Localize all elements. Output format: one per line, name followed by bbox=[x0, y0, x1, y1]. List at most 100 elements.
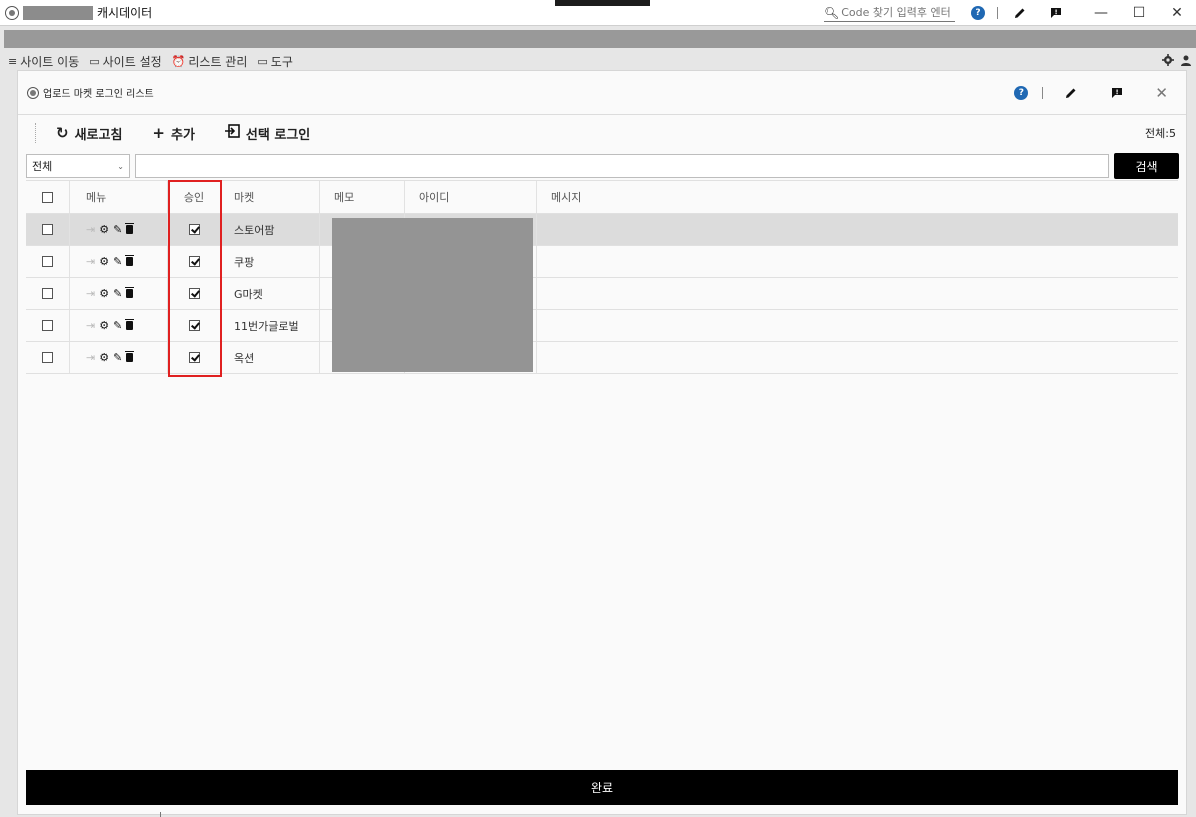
trash-icon[interactable] bbox=[125, 319, 135, 330]
row-actions: ⇥ ⚙︎ ✎ bbox=[70, 278, 168, 309]
row-actions: ⇥ ⚙︎ ✎ bbox=[70, 310, 168, 341]
menu-item-site-move[interactable]: ≡ 사이트 이동 bbox=[8, 53, 79, 70]
gear-icon[interactable]: ⚙︎ bbox=[99, 351, 109, 364]
refresh-button[interactable]: ↻ 새로고침 bbox=[56, 124, 122, 143]
market-name: 스토어팜 bbox=[220, 214, 320, 245]
refresh-label: 새로고침 bbox=[74, 127, 123, 143]
menu-strip-right bbox=[1162, 53, 1192, 70]
modal-header: 업로드 마켓 로그인 리스트 ? ✕ bbox=[18, 71, 1186, 115]
menu-item-label: 사이트 이동 bbox=[20, 55, 80, 69]
login-icon bbox=[224, 124, 240, 142]
message-cell bbox=[537, 214, 1178, 245]
login-icon[interactable]: ⇥ bbox=[86, 351, 95, 364]
row-actions: ⇥ ⚙︎ ✎ bbox=[70, 214, 168, 245]
close-button[interactable]: ✕ bbox=[1158, 0, 1196, 26]
market-name: G마켓 bbox=[220, 278, 320, 309]
row-select-checkbox[interactable] bbox=[42, 352, 53, 363]
message-cell bbox=[537, 246, 1178, 277]
add-button[interactable]: + 추가 bbox=[152, 124, 195, 143]
menu-item-list-manage[interactable]: ⏰ 리스트 관리 bbox=[172, 53, 248, 70]
login-icon[interactable]: ⇥ bbox=[86, 223, 95, 236]
search-button[interactable]: 검색 bbox=[1114, 153, 1179, 179]
row-select-cell bbox=[26, 342, 70, 373]
gear-icon[interactable]: ⚙︎ bbox=[99, 319, 109, 332]
row-select-checkbox[interactable] bbox=[42, 320, 53, 331]
edit-icon[interactable]: ✎ bbox=[113, 255, 122, 268]
gear-icon[interactable]: ⚙︎ bbox=[99, 287, 109, 300]
row-select-cell bbox=[26, 214, 70, 245]
menu-item-label: 리스트 관리 bbox=[188, 55, 248, 69]
login-icon[interactable]: ⇥ bbox=[86, 287, 95, 300]
toolbar-grip bbox=[35, 123, 36, 143]
edit-icon[interactable]: ✎ bbox=[113, 351, 122, 364]
chevron-down-icon: ⌄ bbox=[117, 161, 124, 171]
report-icon[interactable] bbox=[1046, 7, 1066, 19]
gear-icon[interactable]: ⚙︎ bbox=[99, 223, 109, 236]
toolbar: ↻ 새로고침 + 추가 선택 로그인 전체:5 bbox=[18, 115, 1186, 151]
category-select[interactable]: 전체 ⌄ bbox=[26, 154, 130, 178]
help-icon[interactable]: ? bbox=[971, 6, 985, 20]
header-menu: 메뉴 bbox=[70, 181, 168, 213]
row-select-checkbox[interactable] bbox=[42, 288, 53, 299]
header-market: 마켓 bbox=[220, 181, 320, 213]
select-login-button[interactable]: 선택 로그인 bbox=[224, 124, 311, 143]
app-logo-icon bbox=[27, 86, 39, 99]
code-search-input[interactable] bbox=[841, 6, 957, 19]
gear-icon[interactable] bbox=[1162, 54, 1174, 69]
login-icon[interactable]: ⇥ bbox=[86, 319, 95, 332]
select-all-cell bbox=[26, 181, 70, 213]
row-select-cell bbox=[26, 246, 70, 277]
gear-icon[interactable]: ⚙︎ bbox=[99, 255, 109, 268]
row-select-checkbox[interactable] bbox=[42, 224, 53, 235]
app-title: 캐시데이터 bbox=[97, 6, 153, 20]
market-name: 쿠팡 bbox=[220, 246, 320, 277]
menu-item-site-settings[interactable]: ▭ 사이트 설정 bbox=[89, 53, 161, 70]
select-all-checkbox[interactable] bbox=[42, 191, 53, 203]
market-name: 11번가글로벌 bbox=[220, 310, 320, 341]
user-icon[interactable] bbox=[1180, 54, 1192, 69]
trash-icon[interactable] bbox=[125, 255, 135, 266]
header-memo: 메모 bbox=[320, 181, 405, 213]
total-count: 전체:5 bbox=[1145, 127, 1176, 140]
search-icon: 🔍︎ bbox=[824, 5, 840, 20]
select-login-label: 선택 로그인 bbox=[245, 127, 311, 143]
app-logo-icon bbox=[5, 5, 19, 20]
done-button[interactable]: 완료 bbox=[26, 770, 1178, 805]
report-icon[interactable] bbox=[1107, 87, 1127, 99]
maximize-button[interactable]: ☐ bbox=[1120, 0, 1158, 26]
menu-item-label: 도구 bbox=[270, 55, 293, 69]
divider bbox=[997, 7, 998, 19]
pencil-icon[interactable] bbox=[1061, 87, 1081, 99]
window-icon: ▭ bbox=[89, 55, 100, 68]
divider bbox=[1042, 87, 1044, 99]
trash-icon[interactable] bbox=[125, 351, 135, 362]
row-select-checkbox[interactable] bbox=[42, 256, 53, 267]
message-cell bbox=[537, 342, 1178, 373]
category-select-value: 전체 bbox=[32, 160, 53, 173]
trash-icon[interactable] bbox=[125, 287, 135, 298]
add-label: 추가 bbox=[171, 127, 195, 143]
row-select-cell bbox=[26, 278, 70, 309]
login-icon[interactable]: ⇥ bbox=[86, 255, 95, 268]
edit-icon[interactable]: ✎ bbox=[113, 319, 122, 332]
header-id: 아이디 bbox=[405, 181, 537, 213]
pencil-icon[interactable] bbox=[1010, 7, 1030, 19]
title-bar-controls: 🔍︎ ? — ☐ ✕ bbox=[824, 0, 1196, 26]
edit-icon[interactable]: ✎ bbox=[113, 287, 122, 300]
edit-icon[interactable]: ✎ bbox=[113, 223, 122, 236]
menu-item-label: 사이트 설정 bbox=[102, 55, 162, 69]
help-icon[interactable]: ? bbox=[1014, 86, 1029, 100]
window-icon: ▭ bbox=[257, 55, 268, 68]
header-message: 메시지 bbox=[551, 191, 582, 204]
menu-lines-icon: ≡ bbox=[8, 55, 18, 68]
redacted-app-name bbox=[23, 5, 93, 20]
minimize-button[interactable]: — bbox=[1082, 0, 1120, 26]
search-input[interactable] bbox=[135, 154, 1109, 178]
close-icon[interactable]: ✕ bbox=[1155, 84, 1168, 102]
menu-item-tools[interactable]: ▭ 도구 bbox=[257, 53, 293, 70]
message-cell bbox=[537, 310, 1178, 341]
row-select-cell bbox=[26, 310, 70, 341]
row-actions: ⇥ ⚙︎ ✎ bbox=[70, 342, 168, 373]
alarm-clock-icon: ⏰ bbox=[171, 55, 186, 68]
trash-icon[interactable] bbox=[125, 223, 135, 234]
